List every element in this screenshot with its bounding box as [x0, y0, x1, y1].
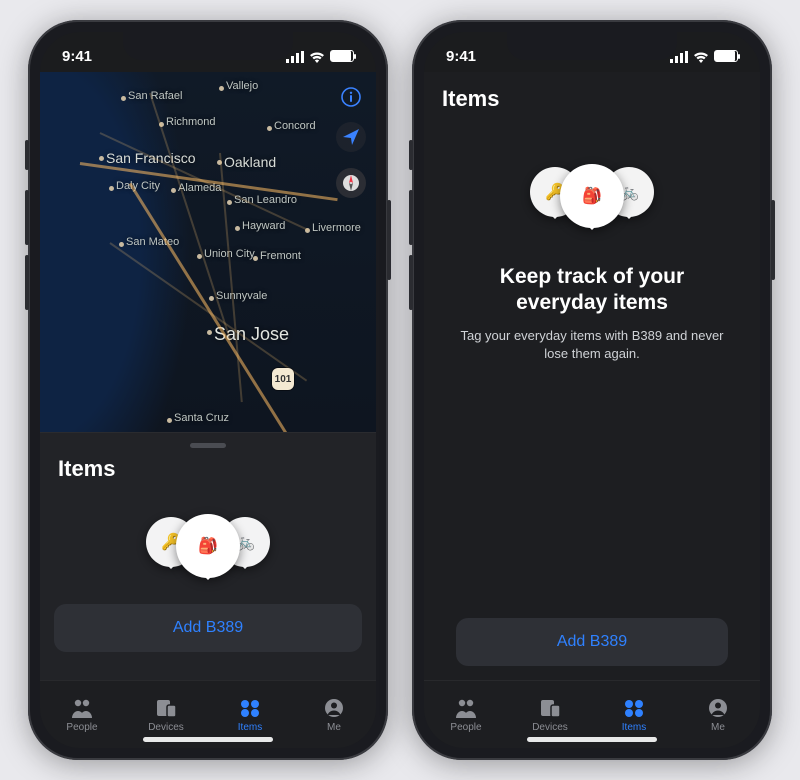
tab-people[interactable]: People: [424, 681, 508, 748]
city-dot: [99, 156, 104, 161]
city-dot: [167, 418, 172, 423]
items-screen: Items 🔑 🎒 🚲 Keep track of your everyday …: [424, 72, 760, 680]
tab-label: Devices: [148, 722, 184, 733]
city-dot: [207, 330, 212, 335]
city-label: Fremont: [260, 250, 301, 262]
city-dot: [253, 256, 258, 261]
tab-label: Items: [238, 722, 262, 733]
add-item-button[interactable]: Add B389: [54, 604, 362, 652]
tab-people[interactable]: People: [40, 681, 124, 748]
map[interactable]: San RafaelVallejoRichmondConcordSan Fran…: [40, 72, 376, 432]
tab-label: Devices: [532, 722, 568, 733]
status-right: [670, 50, 738, 62]
city-label: Concord: [274, 120, 316, 132]
home-indicator[interactable]: [527, 737, 657, 742]
people-icon: [453, 697, 479, 719]
tab-label: People: [66, 722, 97, 733]
city-label: Santa Cruz: [174, 412, 229, 424]
tab-label: Me: [327, 722, 341, 733]
city-label: Richmond: [166, 116, 216, 128]
screen: 9:41 Items 🔑 🎒 🚲 Keep track of your ever…: [424, 32, 760, 748]
status-time: 9:41: [446, 48, 476, 65]
phone-left: 9:41 San Rafael Vallejo Richmond Concord San…: [28, 20, 388, 760]
wifi-icon: [309, 50, 325, 62]
city-dot: [171, 188, 176, 193]
battery-icon: [714, 50, 738, 62]
add-item-button[interactable]: Add B389: [456, 618, 728, 666]
city-label: Livermore: [312, 222, 361, 234]
map-compass-button[interactable]: [336, 168, 366, 198]
hero-title: Keep track of your everyday items: [462, 264, 722, 317]
tab-label: Me: [711, 722, 725, 733]
items-sheet[interactable]: Items 🔑 🎒 🚲 Add B389: [40, 432, 376, 680]
city-dot: [219, 86, 224, 91]
me-icon: [321, 697, 347, 719]
city-label: Vallejo: [226, 80, 258, 92]
items-illustration: 🔑 🎒 🚲: [40, 514, 376, 584]
pin-backpack-icon: 🎒: [176, 514, 240, 578]
status-time: 9:41: [62, 48, 92, 65]
pin-backpack-icon: 🎒: [560, 164, 624, 228]
tab-me[interactable]: Me: [676, 681, 760, 748]
screen: 9:41 San Rafael Vallejo Richmond Concord San…: [40, 32, 376, 748]
city-dot: [209, 296, 214, 301]
city-label: San Rafael: [128, 90, 182, 102]
page-title: Items: [442, 86, 742, 112]
route-shield-101: 101: [272, 368, 294, 390]
city-dot: [227, 200, 232, 205]
people-icon: [69, 697, 95, 719]
city-dot: [267, 126, 272, 131]
items-icon: [621, 697, 647, 719]
map-locate-button[interactable]: [336, 122, 366, 152]
sheet-grab-handle[interactable]: [190, 443, 226, 448]
devices-icon: [537, 697, 563, 719]
status-right: [286, 50, 354, 62]
city-dot: [121, 96, 126, 101]
city-dot: [109, 186, 114, 191]
tab-label: People: [450, 722, 481, 733]
city-label: Hayward: [242, 220, 285, 232]
sheet-title: Items: [40, 456, 376, 490]
phone-right: 9:41 Items 🔑 🎒 🚲 Keep track of your ever…: [412, 20, 772, 760]
city-label: Daly City: [116, 180, 160, 192]
items-illustration: 🔑 🎒 🚲: [442, 164, 742, 234]
city-label: Sunnyvale: [216, 290, 267, 302]
map-info-button[interactable]: [336, 82, 366, 112]
tab-me[interactable]: Me: [292, 681, 376, 748]
city-dot: [119, 242, 124, 247]
wifi-icon: [693, 50, 709, 62]
notch: [507, 32, 677, 60]
tab-label: Items: [622, 722, 646, 733]
battery-icon: [330, 50, 354, 62]
notch: [123, 32, 293, 60]
me-icon: [705, 697, 731, 719]
city-label: Oakland: [224, 154, 276, 170]
hero-subtitle: Tag your everyday items with B389 and ne…: [452, 327, 732, 363]
home-indicator[interactable]: [143, 737, 273, 742]
items-icon: [237, 697, 263, 719]
city-dot: [235, 226, 240, 231]
devices-icon: [153, 697, 179, 719]
